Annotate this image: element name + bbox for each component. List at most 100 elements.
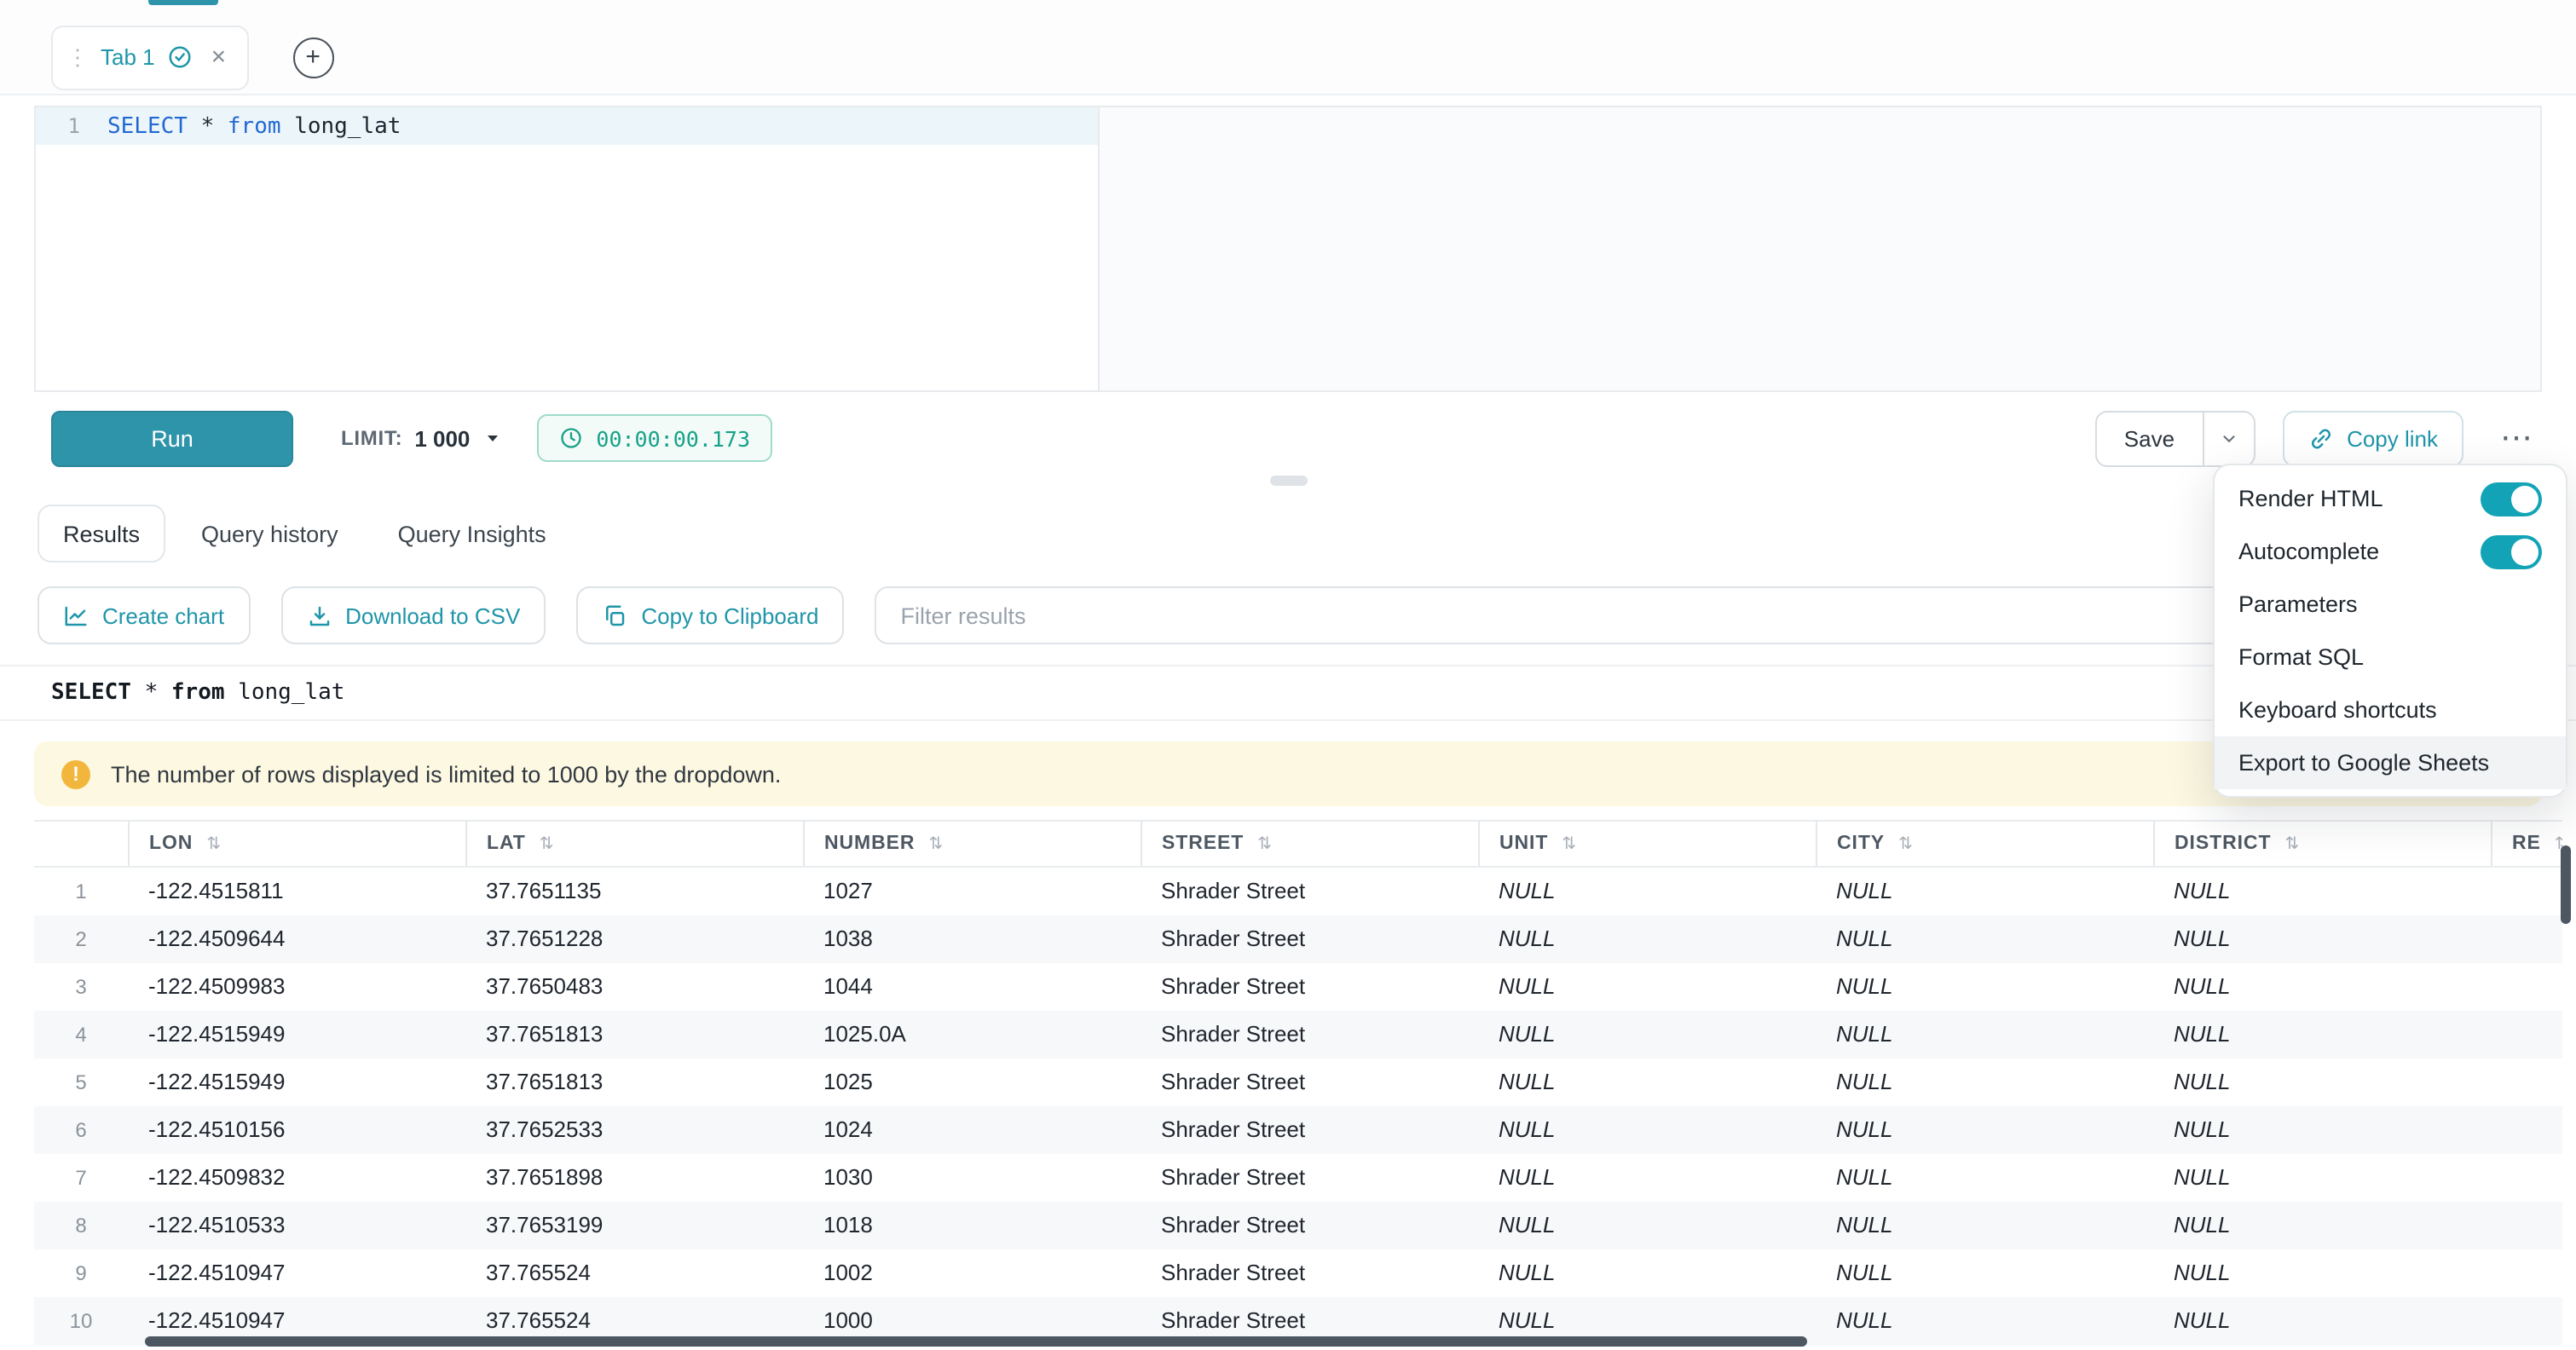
table-cell: NULL bbox=[1816, 1201, 2153, 1249]
table-row: 2-122.450964437.76512281038Shrader Stree… bbox=[34, 914, 2562, 962]
menu-item-export-google-sheets[interactable]: Export to Google Sheets bbox=[2215, 736, 2566, 789]
table-cell: NULL bbox=[1478, 1153, 1816, 1201]
code-text: SELECT * from long_lat bbox=[107, 113, 401, 139]
table-row: 1-122.451581137.76511351027Shrader Stree… bbox=[34, 867, 2562, 914]
resize-grip[interactable] bbox=[1269, 476, 1307, 486]
tab-tab1[interactable]: ⋮ Tab 1 × bbox=[51, 25, 248, 89]
header-row: LON⇅ LAT⇅ NUMBER⇅ STREET⇅ UNIT⇅ CITY⇅ DI… bbox=[34, 821, 2562, 867]
table-cell: NULL bbox=[2153, 1105, 2491, 1153]
warning-icon: ! bbox=[61, 759, 90, 788]
editor-tabbar: ⋮ Tab 1 × + bbox=[0, 0, 2576, 95]
column-header-lat[interactable]: LAT⇅ bbox=[465, 821, 803, 867]
menu-item-label: Export to Google Sheets bbox=[2238, 750, 2489, 776]
row-number: 5 bbox=[34, 1058, 128, 1105]
create-chart-button[interactable]: Create chart bbox=[38, 586, 250, 644]
save-options-button[interactable] bbox=[2202, 412, 2253, 464]
drag-grip-icon[interactable]: ⋮ bbox=[66, 46, 89, 68]
menu-item-label: Parameters bbox=[2238, 591, 2358, 617]
download-icon bbox=[306, 603, 332, 628]
editor-code-pane[interactable]: 1 SELECT * from long_lat bbox=[36, 107, 1100, 390]
options-menu: Render HTML Autocomplete Parameters Form… bbox=[2213, 464, 2567, 798]
sql-keyword: from bbox=[228, 113, 281, 139]
sql-editor[interactable]: 1 SELECT * from long_lat bbox=[34, 106, 2542, 392]
tab-label: Query Insights bbox=[398, 521, 546, 546]
column-header-district[interactable]: DISTRICT⇅ bbox=[2153, 821, 2491, 867]
table-cell: NULL bbox=[1478, 1249, 1816, 1296]
tab-query-insights[interactable]: Query Insights bbox=[374, 505, 570, 562]
row-number: 10 bbox=[34, 1296, 128, 1344]
results-tabbar: Results Query history Query Insights bbox=[0, 505, 2576, 562]
table-cell bbox=[2491, 1058, 2562, 1105]
table-row: 6-122.451015637.76525331024Shrader Stree… bbox=[34, 1105, 2562, 1153]
column-header-city[interactable]: CITY⇅ bbox=[1816, 821, 2153, 867]
column-label: UNIT bbox=[1499, 834, 1548, 854]
row-limit-warning-banner: ! The number of rows displayed is limite… bbox=[34, 741, 2542, 806]
table-cell: NULL bbox=[1816, 1296, 2153, 1344]
copy-link-button[interactable]: Copy link bbox=[2282, 410, 2463, 466]
table-cell: Shrader Street bbox=[1141, 1249, 1478, 1296]
horizontal-scrollbar-thumb[interactable] bbox=[145, 1336, 1807, 1347]
column-header-lon[interactable]: LON⇅ bbox=[128, 821, 465, 867]
menu-item-autocomplete[interactable]: Autocomplete bbox=[2215, 525, 2566, 578]
column-header-unit[interactable]: UNIT⇅ bbox=[1478, 821, 1816, 867]
table-cell: NULL bbox=[1816, 914, 2153, 962]
tab-query-history[interactable]: Query history bbox=[177, 505, 362, 562]
menu-item-render-html[interactable]: Render HTML bbox=[2215, 472, 2566, 525]
editor-active-line[interactable]: 1 SELECT * from long_lat bbox=[36, 107, 1099, 145]
save-button[interactable]: Save bbox=[2097, 412, 2202, 464]
sql-keyword: SELECT bbox=[107, 113, 188, 139]
menu-item-format-sql[interactable]: Format SQL bbox=[2215, 631, 2566, 684]
menu-item-keyboard-shortcuts[interactable]: Keyboard shortcuts bbox=[2215, 684, 2566, 736]
row-number: 2 bbox=[34, 914, 128, 962]
limit-dropdown[interactable]: LIMIT: 1 000 bbox=[341, 425, 502, 451]
column-header-number[interactable]: NUMBER⇅ bbox=[803, 821, 1141, 867]
table-cell: 37.7651898 bbox=[465, 1153, 803, 1201]
table-cell: NULL bbox=[2153, 1058, 2491, 1105]
results-tbody: 1-122.451581137.76511351027Shrader Stree… bbox=[34, 867, 2562, 1350]
tab-label: Results bbox=[63, 521, 140, 546]
warning-text: The number of rows displayed is limited … bbox=[111, 761, 781, 787]
table-cell: NULL bbox=[1478, 1105, 1816, 1153]
chart-icon bbox=[63, 603, 89, 628]
table-cell: 1025 bbox=[803, 1058, 1141, 1105]
table-cell: NULL bbox=[2153, 914, 2491, 962]
table-cell: NULL bbox=[1816, 1058, 2153, 1105]
row-number: 11 bbox=[34, 1344, 128, 1350]
run-button[interactable]: Run bbox=[51, 410, 293, 466]
table-cell: NULL bbox=[1478, 1010, 1816, 1058]
plus-icon: + bbox=[305, 44, 321, 70]
table-cell: NULL bbox=[1478, 1201, 1816, 1249]
table-cell bbox=[2491, 1201, 2562, 1249]
column-header-street[interactable]: STREET⇅ bbox=[1141, 821, 1478, 867]
add-tab-button[interactable]: + bbox=[292, 37, 333, 78]
table-cell: -122.4509644 bbox=[128, 914, 465, 962]
table-cell: -122.4510533 bbox=[128, 1201, 465, 1249]
table-cell: 1030 bbox=[803, 1153, 1141, 1201]
tab-results[interactable]: Results bbox=[38, 505, 165, 562]
render-html-toggle[interactable] bbox=[2481, 482, 2542, 516]
table-cell: Shrader Street bbox=[1141, 914, 1478, 962]
menu-item-parameters[interactable]: Parameters bbox=[2215, 578, 2566, 631]
table-cell: 1002 bbox=[803, 1249, 1141, 1296]
sort-icon: ⇅ bbox=[1898, 835, 1914, 854]
chevron-down-icon bbox=[482, 428, 502, 448]
column-header-re[interactable]: RE⇅ bbox=[2491, 821, 2562, 867]
table-cell: 1025.0A bbox=[803, 1010, 1141, 1058]
sort-icon: ⇅ bbox=[2284, 835, 2300, 854]
more-options-button[interactable]: ⋯ bbox=[2491, 422, 2542, 454]
editor-secondary-pane bbox=[1100, 107, 2540, 390]
table-cell: Shrader Street bbox=[1141, 1153, 1478, 1201]
row-number-header bbox=[34, 821, 128, 867]
download-csv-button[interactable]: Download to CSV bbox=[280, 586, 546, 644]
table-cell: Shrader Street bbox=[1141, 1105, 1478, 1153]
autocomplete-toggle[interactable] bbox=[2481, 534, 2542, 568]
table-cell: NULL bbox=[1816, 867, 2153, 914]
create-chart-label: Create chart bbox=[102, 603, 224, 628]
copy-to-clipboard-button[interactable]: Copy to Clipboard bbox=[576, 586, 844, 644]
tab-label: Tab 1 bbox=[101, 44, 155, 70]
query-timer-badge: 00:00:00.173 bbox=[536, 414, 772, 462]
column-label: STREET bbox=[1162, 834, 1244, 854]
close-tab-icon[interactable]: × bbox=[211, 44, 227, 70]
table-cell: -122.4509983 bbox=[128, 962, 465, 1010]
vertical-scrollbar-thumb[interactable] bbox=[2561, 845, 2571, 924]
